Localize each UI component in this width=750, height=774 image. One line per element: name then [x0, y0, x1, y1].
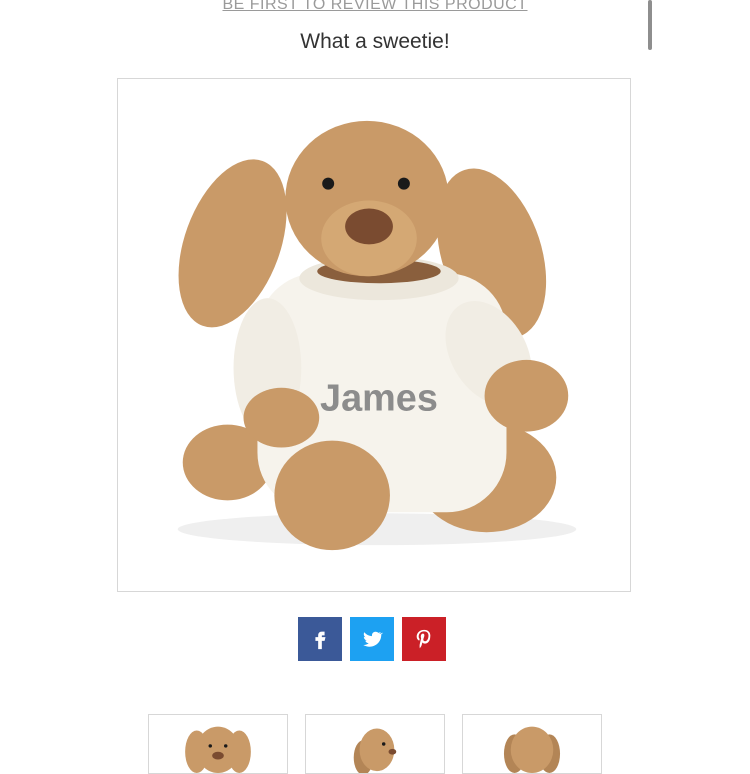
thumbnail-gallery: [148, 714, 602, 774]
plush-thumbnail-image: [503, 726, 561, 773]
plush-puppy-image: James: [177, 120, 577, 551]
product-main-image[interactable]: James: [117, 78, 631, 592]
product-tagline: What a sweetie!: [300, 30, 450, 53]
facebook-icon: [315, 631, 326, 650]
review-link[interactable]: BE FIRST TO REVIEW THIS PRODUCT: [0, 0, 750, 14]
thumbnail-front[interactable]: [148, 714, 288, 774]
plush-thumbnail-image: [185, 726, 251, 773]
thumbnail-side[interactable]: [305, 714, 445, 774]
sweater-embroidery: James: [320, 378, 438, 420]
thumbnail-back[interactable]: [462, 714, 602, 774]
share-buttons: [298, 617, 446, 661]
pinterest-share-button[interactable]: [402, 617, 446, 661]
plush-thumbnail-image: [353, 728, 397, 773]
facebook-share-button[interactable]: [298, 617, 342, 661]
twitter-icon: [363, 631, 383, 647]
twitter-share-button[interactable]: [350, 617, 394, 661]
pinterest-icon: [416, 629, 431, 649]
